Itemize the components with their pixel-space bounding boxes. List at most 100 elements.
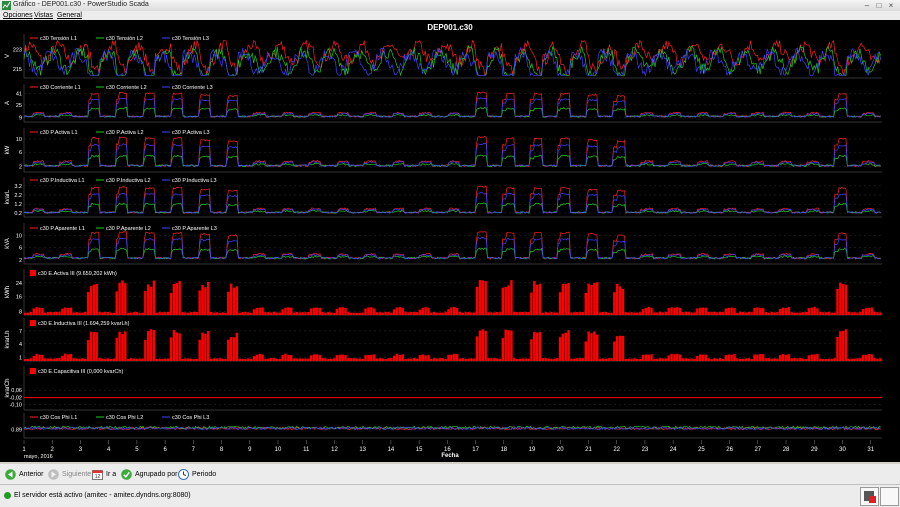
series-bar [618, 286, 622, 315]
series-bar [707, 312, 710, 315]
series-bar [853, 312, 856, 315]
legend-label: c30 Cos Phi L2 [106, 415, 143, 421]
x-tick-label: 24 [670, 447, 677, 453]
alarm-box[interactable] [860, 487, 879, 506]
y-tick-label: 223 [13, 47, 22, 53]
series-bar [26, 312, 30, 315]
status-box-2[interactable] [880, 487, 899, 506]
series-bar [513, 311, 516, 315]
series-bar [656, 312, 659, 315]
series-bar [879, 312, 882, 315]
series-bar [638, 312, 642, 315]
group-by-button[interactable]: Agrupado por [121, 467, 177, 481]
series-bar [653, 359, 656, 361]
maximize-button[interactable]: □ [874, 1, 884, 10]
series-bar [401, 308, 404, 315]
series-bar [696, 308, 699, 315]
series-bar [541, 358, 545, 361]
series-line [23, 106, 881, 118]
series-bar [289, 355, 293, 361]
minimize-button[interactable]: – [862, 1, 872, 10]
series-bar [387, 358, 390, 361]
series-bar [347, 311, 350, 315]
series-bar [258, 353, 261, 361]
series-bar [41, 354, 44, 361]
series-bar [670, 353, 673, 361]
menu-vistas[interactable]: Vistas [34, 11, 53, 20]
series-line [23, 231, 881, 260]
series-bar [41, 308, 44, 315]
menu-general[interactable]: General [57, 11, 82, 20]
series-bar [630, 312, 633, 315]
series-bar [227, 291, 230, 315]
series-bar [819, 358, 822, 361]
series-bar [601, 311, 605, 315]
series-bar [255, 307, 259, 315]
series-bar [118, 331, 121, 361]
series-bar [750, 312, 753, 315]
y-tick-label: 41 [16, 92, 22, 98]
series-bar [189, 358, 193, 361]
series-bar [584, 341, 587, 361]
series-bar [624, 312, 628, 315]
period-button[interactable]: Periodo [178, 467, 216, 481]
status-bar: El servidor está activo (amitec - amitec… [0, 484, 900, 507]
arrow-left-icon [5, 468, 16, 480]
next-button[interactable]: Siguiente [48, 467, 91, 481]
series-bar [421, 307, 424, 315]
series-bar [810, 354, 813, 361]
series-bar [146, 284, 150, 315]
series-bar [344, 307, 347, 315]
series-bar [327, 311, 330, 315]
series-bar [441, 312, 444, 315]
series-bar [770, 358, 773, 361]
series-bar [824, 312, 828, 315]
x-tick-label: 2 [51, 447, 55, 453]
series-bar [178, 281, 181, 315]
series-bar [493, 358, 496, 361]
previous-button[interactable]: Anterior [5, 467, 44, 481]
server-status-icon [4, 492, 11, 499]
legend-label: c30 P.Activa L3 [172, 130, 210, 136]
series-bar [224, 358, 227, 361]
series-bar [790, 358, 793, 361]
series-bar [272, 358, 276, 361]
menu-opciones[interactable]: Opciones [3, 11, 33, 20]
x-tick-label: 19 [529, 447, 536, 453]
goto-button[interactable]: 12 Ir a [92, 467, 116, 481]
y-axis-label: kWh [5, 286, 11, 298]
series-bar [690, 312, 693, 315]
close-button[interactable]: × [886, 1, 896, 10]
series-bar [172, 283, 176, 315]
series-bar [301, 312, 304, 315]
series-bar [310, 308, 313, 315]
series-bar [229, 283, 233, 315]
series-line [23, 135, 881, 168]
series-bar [204, 333, 207, 361]
y-tick-label: 3.2 [14, 184, 22, 190]
period-label: Periodo [192, 470, 217, 478]
series-bar [278, 312, 281, 315]
series-bar [447, 309, 450, 315]
series-bar [787, 354, 791, 361]
series-bar [779, 355, 782, 361]
y-axis-label: kVA [5, 238, 11, 249]
series-bar [681, 312, 685, 315]
series-bar [807, 308, 811, 315]
series-bar [418, 355, 422, 361]
series-bar [784, 354, 788, 361]
series-bar [141, 312, 144, 315]
series-bar [816, 308, 819, 315]
series-bar [490, 312, 493, 315]
series-bar [590, 333, 593, 361]
series-bar [109, 312, 113, 315]
legend-label: c30 P.Aparente L3 [172, 226, 217, 232]
series-bar [138, 312, 141, 315]
series-line [23, 247, 881, 260]
series-bar [581, 358, 585, 361]
legend-label: c30 E.Activa III (9.659,202 kWh) [38, 271, 117, 277]
series-bar [175, 332, 179, 361]
series-bar [767, 358, 771, 361]
series-bar [678, 308, 682, 315]
series-bar [716, 358, 719, 361]
